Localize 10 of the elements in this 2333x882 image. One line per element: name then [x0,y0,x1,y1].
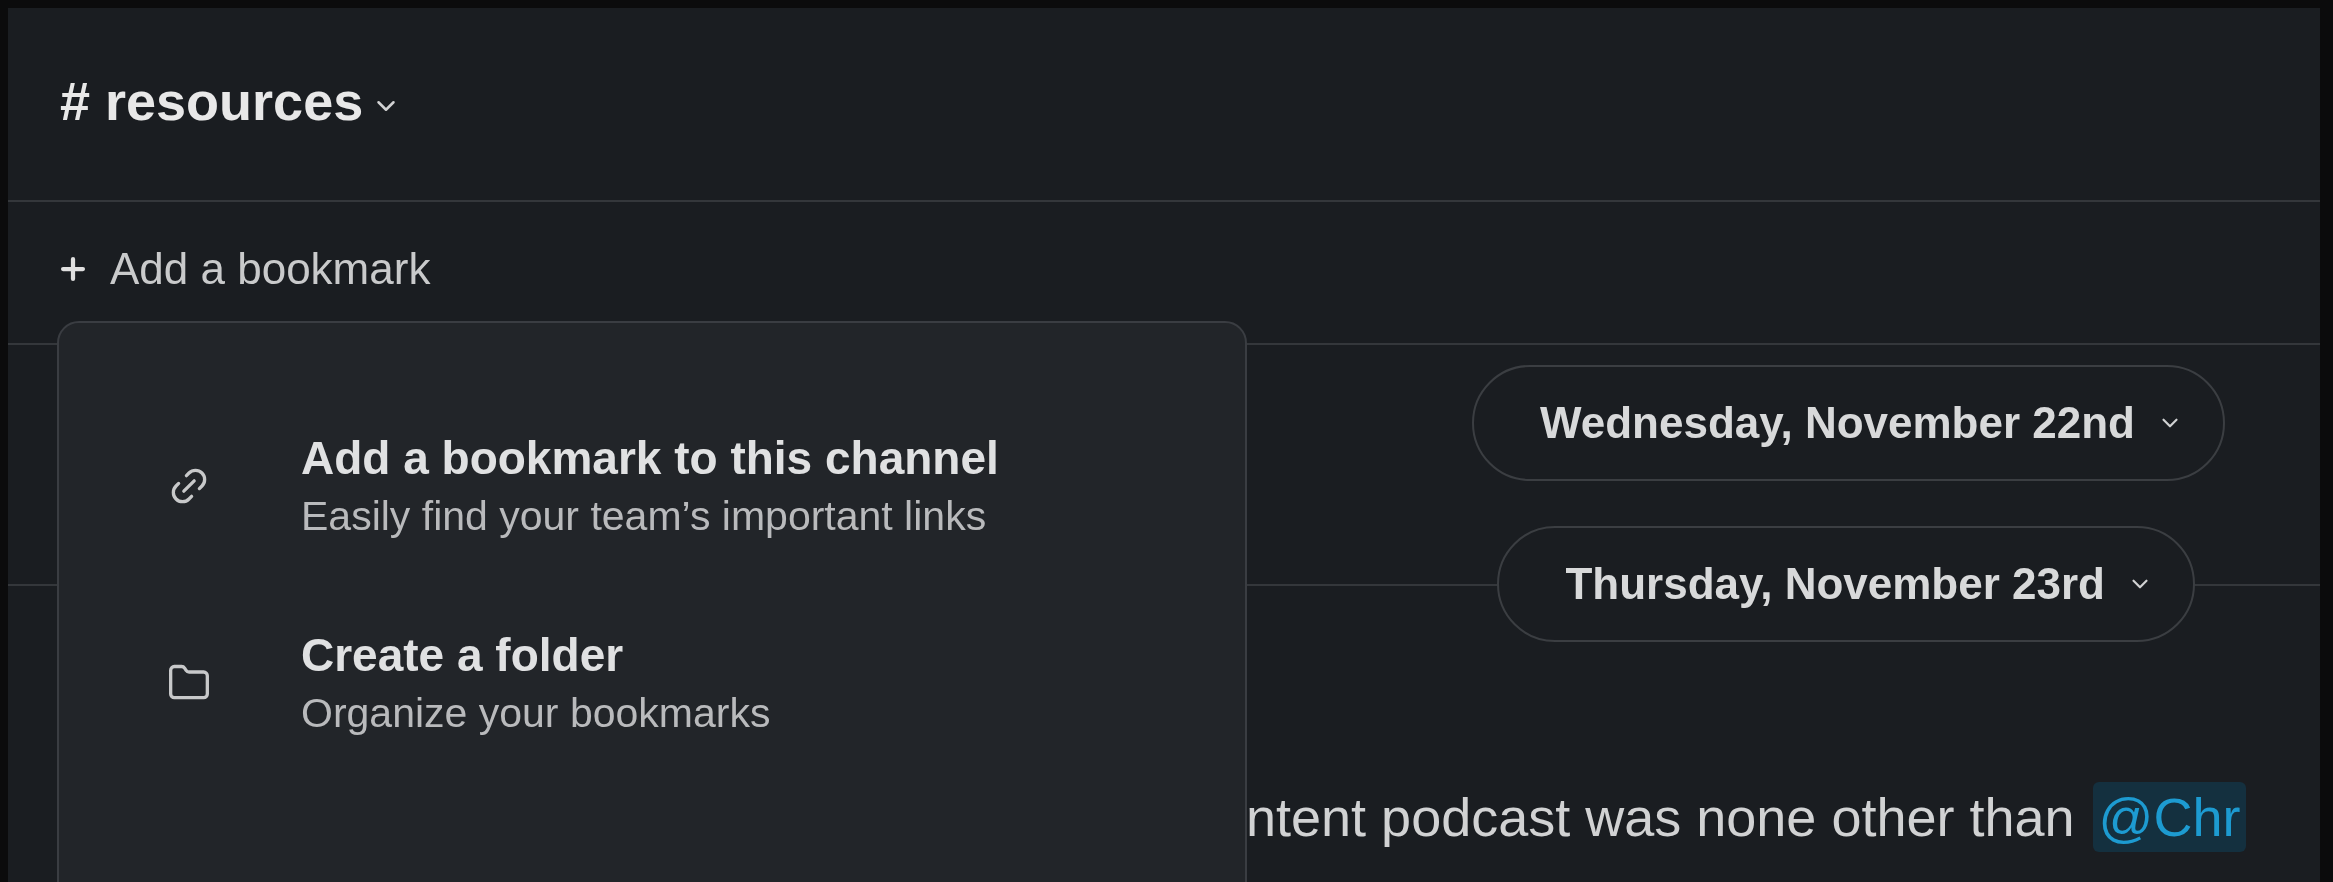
message-text: ntent podcast was none other than [1246,786,2075,848]
menu-item-title[interactable]: Create a folder [301,628,771,682]
channel-title[interactable]: # resources [60,70,364,132]
user-mention[interactable]: @Chr [2092,782,2247,852]
date-divider-button[interactable]: Wednesday, November 22nd [1472,365,2225,481]
menu-item-description: Organize your bookmarks [301,690,771,737]
menu-item-title[interactable]: Add a bookmark to this channel [301,431,999,485]
menu-item-description: Easily find your team’s important links [301,493,988,540]
date-divider-button[interactable]: Thursday, November 23rd [1497,526,2195,642]
add-bookmark-button[interactable]: Add a bookmark [56,244,431,294]
